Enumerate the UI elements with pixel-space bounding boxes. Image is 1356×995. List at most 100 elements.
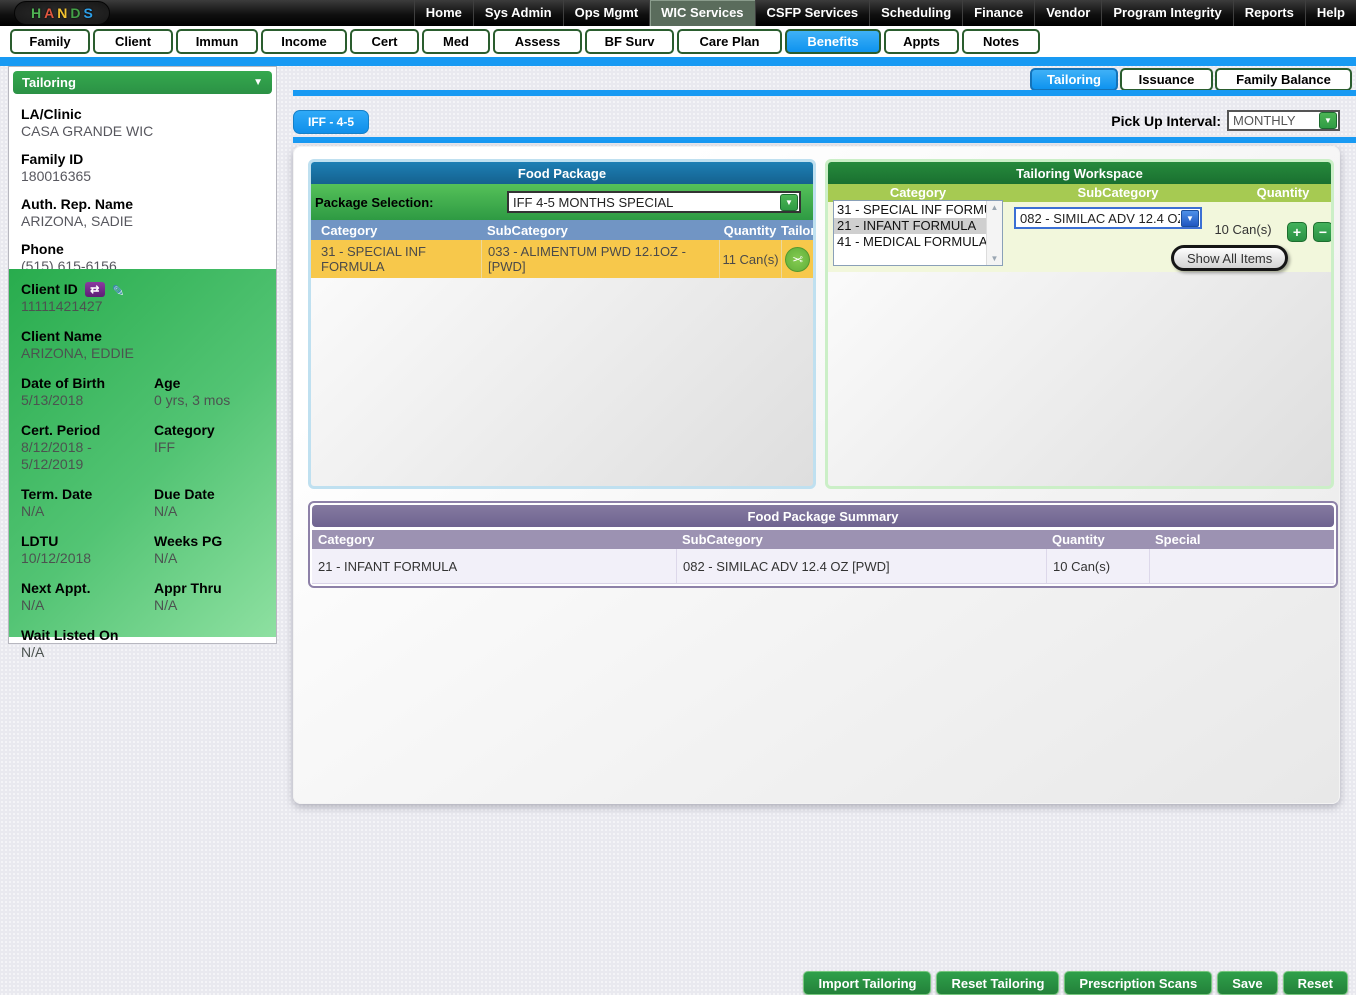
field-value: 10/12/2018: [21, 550, 154, 567]
tailoring-workspace-panel: Tailoring Workspace Category SubCategory…: [825, 159, 1334, 489]
workspace-controls: 31 - SPECIAL INF FORMU 21 - INFANT FORMU…: [828, 202, 1331, 272]
field-label: Cert. Period: [21, 422, 154, 439]
tab-bf-surv[interactable]: BF Surv: [585, 29, 674, 54]
nav-sys-admin[interactable]: Sys Admin: [473, 0, 563, 26]
tailor-scissors-icon[interactable]: ✂: [785, 247, 810, 272]
reset-tailoring-button[interactable]: Reset Tailoring: [936, 971, 1059, 995]
decrease-quantity-button[interactable]: −: [1313, 222, 1333, 242]
scroll-down-icon[interactable]: ▼: [991, 254, 999, 263]
tab-tailoring[interactable]: Tailoring: [1030, 68, 1118, 91]
chevron-down-icon[interactable]: ▼: [253, 77, 263, 88]
food-package-title: Food Package: [311, 162, 813, 184]
package-selection-row: Package Selection: IFF 4-5 MONTHS SPECIA…: [311, 184, 813, 220]
row-quantity: 11 Can(s): [719, 240, 781, 278]
tab-appts[interactable]: Appts: [884, 29, 959, 54]
swap-client-icon[interactable]: ⇄: [85, 282, 105, 297]
field-row-nextappt-apprthru: Next Appt. N/A Appr Thru N/A: [21, 580, 264, 614]
reset-button[interactable]: Reset: [1283, 971, 1348, 995]
column-header: Category: [828, 185, 1008, 200]
edit-client-icon[interactable]: ✎: [112, 283, 124, 297]
field-auth-rep-name: Auth. Rep. Name ARIZONA, SADIE: [21, 196, 264, 230]
prescription-scans-button[interactable]: Prescription Scans: [1064, 971, 1212, 995]
tab-notes[interactable]: Notes: [962, 29, 1040, 54]
field-client-id: Client ID ⇄ ✎ 11111421427: [21, 281, 264, 315]
dropdown-arrow-icon[interactable]: ▼: [1181, 210, 1199, 227]
tab-client[interactable]: Client: [93, 29, 173, 54]
nav-vendor[interactable]: Vendor: [1034, 0, 1101, 26]
food-package-row[interactable]: 31 - SPECIAL INF FORMULA 033 - ALIMENTUM…: [311, 240, 813, 278]
tab-med[interactable]: Med: [422, 29, 490, 54]
dropdown-arrow-icon[interactable]: ▼: [780, 194, 798, 211]
logo-letter: H: [31, 5, 41, 21]
field-label: Appr Thru: [154, 580, 264, 597]
field-label: Weeks PG: [154, 533, 264, 550]
field-value: N/A: [21, 503, 154, 520]
nav-reports[interactable]: Reports: [1233, 0, 1305, 26]
field-label: Wait Listed On: [21, 627, 264, 644]
field-value: ARIZONA, SADIE: [21, 213, 264, 230]
pick-up-interval: Pick Up Interval: MONTHLY ▼: [990, 109, 1340, 132]
nav-scheduling[interactable]: Scheduling: [869, 0, 962, 26]
category-option[interactable]: 41 - MEDICAL FORMULA: [834, 234, 986, 250]
nav-csfp-services[interactable]: CSFP Services: [755, 0, 870, 26]
food-package-summary-title: Food Package Summary: [312, 505, 1334, 527]
pick-up-interval-label: Pick Up Interval:: [1111, 113, 1221, 129]
category-listbox[interactable]: 31 - SPECIAL INF FORMU 21 - INFANT FORMU…: [833, 200, 1003, 266]
column-header: Quantity: [1223, 185, 1334, 200]
footer-actions: Import Tailoring Reset Tailoring Prescri…: [0, 971, 1348, 995]
tab-benefits[interactable]: Benefits: [785, 29, 881, 54]
nav-help[interactable]: Help: [1305, 0, 1356, 26]
sidebar-section-header[interactable]: Tailoring ▼: [13, 71, 272, 94]
field-value: ARIZONA, EDDIE: [21, 345, 264, 362]
field-label: Family ID: [21, 151, 264, 168]
tab-cert[interactable]: Cert: [350, 29, 419, 54]
import-tailoring-button[interactable]: Import Tailoring: [803, 971, 931, 995]
nav-finance[interactable]: Finance: [962, 0, 1034, 26]
workspace-quantity-value: 10 Can(s): [1208, 222, 1278, 237]
tab-issuance[interactable]: Issuance: [1120, 68, 1213, 91]
scroll-up-icon[interactable]: ▲: [991, 203, 999, 212]
package-period-tab[interactable]: IFF - 4-5: [293, 110, 369, 134]
pick-up-interval-value: MONTHLY: [1229, 113, 1318, 128]
tab-immun[interactable]: Immun: [176, 29, 258, 54]
tailoring-workspace-title: Tailoring Workspace: [828, 162, 1331, 184]
row-special: [1149, 549, 1334, 583]
column-header: SubCategory: [1028, 185, 1208, 200]
subcategory-value: 082 - SIMILAC ADV 12.4 OZ: [1016, 211, 1180, 226]
category-option-selected[interactable]: 21 - INFANT FORMULA: [834, 218, 986, 234]
logo-letter: S: [84, 5, 93, 21]
column-header: Special: [1149, 532, 1334, 547]
row-category: 21 - INFANT FORMULA: [312, 559, 676, 574]
client-info-panel: Client ID ⇄ ✎ 11111421427 Client Name AR…: [9, 269, 276, 637]
nav-wic-services[interactable]: WIC Services: [649, 0, 754, 26]
field-wait-listed-on: Wait Listed On N/A: [21, 627, 264, 661]
field-value: 180016365: [21, 168, 264, 185]
subcategory-select[interactable]: 082 - SIMILAC ADV 12.4 OZ ▼: [1014, 207, 1202, 229]
category-option[interactable]: 31 - SPECIAL INF FORMU: [834, 202, 986, 218]
field-row-dob-age: Date of Birth 5/13/2018 Age 0 yrs, 3 mos: [21, 375, 264, 409]
summary-row: 21 - INFANT FORMULA 082 - SIMILAC ADV 12…: [312, 549, 1334, 584]
save-button[interactable]: Save: [1217, 971, 1277, 995]
pick-up-interval-select[interactable]: MONTHLY ▼: [1227, 110, 1340, 131]
increase-quantity-button[interactable]: +: [1287, 222, 1307, 242]
row-subcategory: 033 - ALIMENTUM PWD 12.1OZ - [PWD]: [481, 240, 719, 278]
nav-home[interactable]: Home: [414, 0, 473, 26]
tab-family-balance[interactable]: Family Balance: [1215, 68, 1352, 91]
tab-income[interactable]: Income: [261, 29, 347, 54]
tab-family[interactable]: Family: [10, 29, 90, 54]
nav-ops-mgmt[interactable]: Ops Mgmt: [563, 0, 650, 26]
nav-program-integrity[interactable]: Program Integrity: [1101, 0, 1232, 26]
field-row-cert-category: Cert. Period 8/12/2018 - 5/12/2019 Categ…: [21, 422, 264, 473]
listbox-scrollbar[interactable]: ▲ ▼: [986, 201, 1002, 265]
row-tailor-cell: ✂: [781, 240, 813, 278]
logo-letter: N: [57, 5, 67, 21]
package-selection-select[interactable]: IFF 4-5 MONTHS SPECIAL ▼: [507, 191, 801, 213]
tab-assess[interactable]: Assess: [493, 29, 582, 54]
dropdown-arrow-icon[interactable]: ▼: [1319, 112, 1337, 129]
row-subcategory: 082 - SIMILAC ADV 12.4 OZ [PWD]: [676, 549, 1046, 583]
tab-care-plan[interactable]: Care Plan: [677, 29, 782, 54]
blue-underline: [293, 137, 1356, 143]
field-value: CASA GRANDE WIC: [21, 123, 264, 140]
show-all-items-button[interactable]: Show All Items: [1171, 245, 1288, 271]
top-nav: Home Sys Admin Ops Mgmt WIC Services CSF…: [414, 0, 1356, 26]
